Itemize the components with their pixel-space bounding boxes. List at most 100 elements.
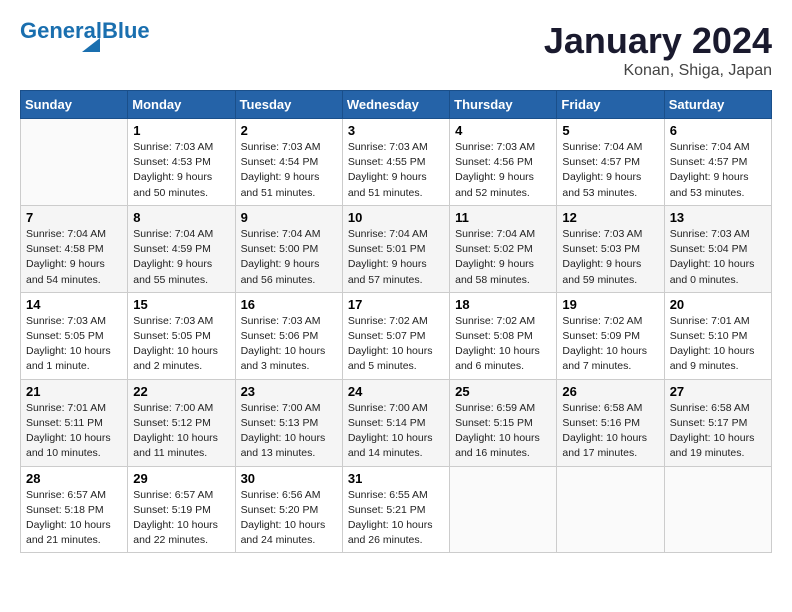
calendar-week-row: 1 Sunrise: 7:03 AM Sunset: 4:53 PM Daylig… [21,119,772,206]
calendar-cell: 28 Sunrise: 6:57 AM Sunset: 5:18 PM Dayli… [21,466,128,553]
cell-content: Sunrise: 6:57 AM Sunset: 5:18 PM Dayligh… [26,488,122,549]
cell-content: Sunrise: 7:00 AM Sunset: 5:13 PM Dayligh… [241,401,337,462]
calendar-cell: 31 Sunrise: 6:55 AM Sunset: 5:21 PM Dayli… [342,466,449,553]
calendar-cell: 30Sunrise: 6:56 AM Sunset: 5:20 PM Dayli… [235,466,342,553]
calendar-cell: 17 Sunrise: 7:02 AM Sunset: 5:07 PM Dayli… [342,292,449,379]
day-number: 15 [133,297,229,312]
cell-content: Sunrise: 7:03 AM Sunset: 4:54 PM Dayligh… [241,140,337,201]
cell-content: Sunrise: 7:03 AM Sunset: 5:05 PM Dayligh… [26,314,122,375]
calendar-cell: 26 Sunrise: 6:58 AM Sunset: 5:16 PM Dayli… [557,379,664,466]
calendar-cell: 20 Sunrise: 7:01 AM Sunset: 5:10 PM Dayli… [664,292,771,379]
weekday-header: Friday [557,91,664,119]
weekday-header: Sunday [21,91,128,119]
calendar-cell: 3 Sunrise: 7:03 AM Sunset: 4:55 PM Daylig… [342,119,449,206]
day-number: 4 [455,123,551,138]
calendar-cell: 23 Sunrise: 7:00 AM Sunset: 5:13 PM Dayli… [235,379,342,466]
day-number: 6 [670,123,766,138]
day-number: 11 [455,210,551,225]
cell-content: Sunrise: 7:04 AM Sunset: 4:59 PM Dayligh… [133,227,229,288]
day-number: 27 [670,384,766,399]
calendar-header-row: SundayMondayTuesdayWednesdayThursdayFrid… [21,91,772,119]
calendar-week-row: 21 Sunrise: 7:01 AM Sunset: 5:11 PM Dayli… [21,379,772,466]
day-number: 19 [562,297,658,312]
cell-content: Sunrise: 7:04 AM Sunset: 4:57 PM Dayligh… [562,140,658,201]
day-number: 22 [133,384,229,399]
day-number: 10 [348,210,444,225]
calendar-cell: 1 Sunrise: 7:03 AM Sunset: 4:53 PM Daylig… [128,119,235,206]
cell-content: Sunrise: 6:56 AM Sunset: 5:20 PM Dayligh… [241,488,337,549]
calendar-cell: 7 Sunrise: 7:04 AM Sunset: 4:58 PM Daylig… [21,205,128,292]
day-number: 20 [670,297,766,312]
page-header: GeneralBlue January 2024 Konan, Shiga, J… [20,20,772,80]
day-number: 26 [562,384,658,399]
day-number: 3 [348,123,444,138]
calendar-cell [21,119,128,206]
calendar-cell [664,466,771,553]
day-number: 5 [562,123,658,138]
weekday-header: Thursday [450,91,557,119]
day-number: 31 [348,471,444,486]
weekday-header: Wednesday [342,91,449,119]
calendar-cell [557,466,664,553]
cell-content: Sunrise: 7:02 AM Sunset: 5:07 PM Dayligh… [348,314,444,375]
day-number: 1 [133,123,229,138]
day-number: 13 [670,210,766,225]
calendar-cell: 29Sunrise: 6:57 AM Sunset: 5:19 PM Dayli… [128,466,235,553]
day-number: 25 [455,384,551,399]
title-block: January 2024 Konan, Shiga, Japan [544,20,772,80]
cell-content: Sunrise: 7:01 AM Sunset: 5:11 PM Dayligh… [26,401,122,462]
cell-content: Sunrise: 6:55 AM Sunset: 5:21 PM Dayligh… [348,488,444,549]
calendar-cell: 22 Sunrise: 7:00 AM Sunset: 5:12 PM Dayli… [128,379,235,466]
cell-content: Sunrise: 6:59 AM Sunset: 5:15 PM Dayligh… [455,401,551,462]
day-number: 16 [241,297,337,312]
cell-content: Sunrise: 7:04 AM Sunset: 5:00 PM Dayligh… [241,227,337,288]
month-title: January 2024 [544,20,772,62]
calendar-cell: 13 Sunrise: 7:03 AM Sunset: 5:04 PM Dayli… [664,205,771,292]
day-number: 2 [241,123,337,138]
calendar-cell: 15 Sunrise: 7:03 AM Sunset: 5:05 PM Dayli… [128,292,235,379]
cell-content: Sunrise: 7:02 AM Sunset: 5:09 PM Dayligh… [562,314,658,375]
calendar-week-row: 14 Sunrise: 7:03 AM Sunset: 5:05 PM Dayli… [21,292,772,379]
cell-content: Sunrise: 6:58 AM Sunset: 5:16 PM Dayligh… [562,401,658,462]
calendar-cell: 11 Sunrise: 7:04 AM Sunset: 5:02 PM Dayli… [450,205,557,292]
cell-content: Sunrise: 7:03 AM Sunset: 5:06 PM Dayligh… [241,314,337,375]
calendar-cell: 25 Sunrise: 6:59 AM Sunset: 5:15 PM Dayli… [450,379,557,466]
cell-content: Sunrise: 7:01 AM Sunset: 5:10 PM Dayligh… [670,314,766,375]
weekday-header: Saturday [664,91,771,119]
calendar-cell: 4Sunrise: 7:03 AM Sunset: 4:56 PM Daylig… [450,119,557,206]
day-number: 28 [26,471,122,486]
cell-content: Sunrise: 7:00 AM Sunset: 5:12 PM Dayligh… [133,401,229,462]
cell-content: Sunrise: 7:04 AM Sunset: 5:02 PM Dayligh… [455,227,551,288]
day-number: 21 [26,384,122,399]
calendar-cell: 24 Sunrise: 7:00 AM Sunset: 5:14 PM Dayli… [342,379,449,466]
day-number: 23 [241,384,337,399]
cell-content: Sunrise: 7:03 AM Sunset: 5:04 PM Dayligh… [670,227,766,288]
weekday-header: Monday [128,91,235,119]
calendar-cell: 9Sunrise: 7:04 AM Sunset: 5:00 PM Daylig… [235,205,342,292]
day-number: 7 [26,210,122,225]
day-number: 14 [26,297,122,312]
day-number: 17 [348,297,444,312]
cell-content: Sunrise: 7:04 AM Sunset: 5:01 PM Dayligh… [348,227,444,288]
day-number: 24 [348,384,444,399]
calendar-cell: 6 Sunrise: 7:04 AM Sunset: 4:57 PM Daylig… [664,119,771,206]
cell-content: Sunrise: 7:04 AM Sunset: 4:58 PM Dayligh… [26,227,122,288]
calendar-cell: 10 Sunrise: 7:04 AM Sunset: 5:01 PM Dayli… [342,205,449,292]
cell-content: Sunrise: 7:03 AM Sunset: 4:53 PM Dayligh… [133,140,229,201]
calendar-cell: 27 Sunrise: 6:58 AM Sunset: 5:17 PM Dayli… [664,379,771,466]
cell-content: Sunrise: 7:03 AM Sunset: 5:05 PM Dayligh… [133,314,229,375]
calendar-cell: 16 Sunrise: 7:03 AM Sunset: 5:06 PM Dayli… [235,292,342,379]
calendar-cell: 21 Sunrise: 7:01 AM Sunset: 5:11 PM Dayli… [21,379,128,466]
cell-content: Sunrise: 7:03 AM Sunset: 4:55 PM Dayligh… [348,140,444,201]
day-number: 12 [562,210,658,225]
day-number: 18 [455,297,551,312]
cell-content: Sunrise: 7:02 AM Sunset: 5:08 PM Dayligh… [455,314,551,375]
calendar-week-row: 7 Sunrise: 7:04 AM Sunset: 4:58 PM Daylig… [21,205,772,292]
calendar-cell [450,466,557,553]
cell-content: Sunrise: 7:00 AM Sunset: 5:14 PM Dayligh… [348,401,444,462]
cell-content: Sunrise: 6:57 AM Sunset: 5:19 PM Dayligh… [133,488,229,549]
calendar-cell: 19 Sunrise: 7:02 AM Sunset: 5:09 PM Dayli… [557,292,664,379]
cell-content: Sunrise: 6:58 AM Sunset: 5:17 PM Dayligh… [670,401,766,462]
cell-content: Sunrise: 7:04 AM Sunset: 4:57 PM Dayligh… [670,140,766,201]
calendar-cell: 8Sunrise: 7:04 AM Sunset: 4:59 PM Daylig… [128,205,235,292]
